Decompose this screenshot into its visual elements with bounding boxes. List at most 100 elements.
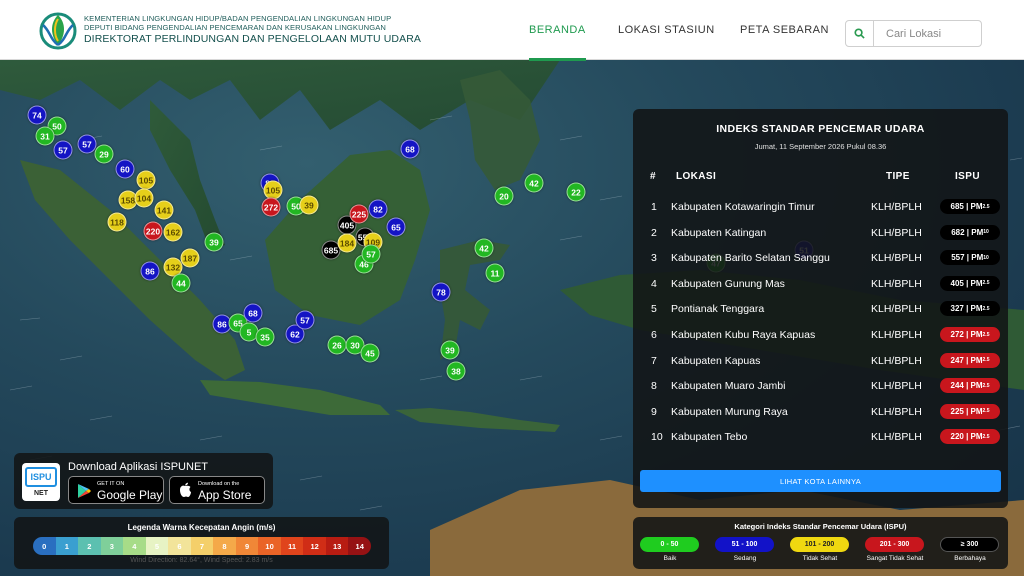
station-marker[interactable]: 44 (171, 273, 191, 293)
station-marker[interactable]: 65 (386, 217, 406, 237)
station-marker[interactable]: 68 (243, 303, 263, 323)
station-marker[interactable]: 225 (349, 204, 369, 224)
google-play-button[interactable]: GET IT ON Google Play (68, 476, 164, 504)
row-location: Kabupaten Kotawaringin Timur (671, 201, 815, 213)
station-marker[interactable]: 39 (299, 195, 319, 215)
more-cities-button[interactable]: LIHAT KOTA LAINNYA (640, 470, 1001, 492)
row-location: Kabupaten Murung Raya (671, 405, 788, 418)
download-app-box: ISPU NET Download Aplikasi ISPUNET GET I… (14, 453, 273, 509)
ranking-row[interactable]: 7 Kabupaten Kapuas KLH/BPLH 247 | PM 2.5 (633, 349, 1008, 375)
station-marker[interactable]: 105 (263, 180, 283, 200)
station-marker[interactable]: 272 (261, 197, 281, 217)
station-marker[interactable]: 86 (140, 261, 160, 281)
station-marker[interactable]: 42 (524, 173, 544, 193)
search-box (845, 20, 982, 47)
ranking-row[interactable]: 9 Kabupaten Murung Raya KLH/BPLH 225 | PM 2.… (633, 400, 1008, 426)
wind-scale-step: 2 (78, 537, 101, 555)
station-marker[interactable]: 141 (154, 200, 174, 220)
ranking-row[interactable]: 1 Kabupaten Kotawaringin Timur KLH/BPLH 685… (633, 195, 1008, 221)
nav-peta-sebaran[interactable]: PETA SEBARAN (740, 0, 829, 60)
wind-info: Wind Direction: 82.64°, Wind Speed: 2.83… (130, 557, 273, 564)
station-marker[interactable]: 39 (440, 340, 460, 360)
wind-scale-step: 5 (145, 537, 169, 555)
station-marker[interactable]: 68 (400, 139, 420, 159)
station-marker[interactable]: 26 (327, 335, 347, 355)
station-marker[interactable]: 42 (474, 238, 494, 258)
category-range-badge: 51 - 100 (715, 537, 774, 552)
pollutant-subscript: 2.5 (982, 382, 990, 389)
ispu-value-badge: 272 | PM 2.5 (940, 327, 1000, 342)
org-name-line1: KEMENTERIAN LINGKUNGAN HIDUP/BADAN PENGE… (84, 14, 392, 23)
nav-lokasi-stasiun[interactable]: LOKASI STASIUN (618, 0, 715, 60)
wind-scale-step: 12 (303, 537, 326, 555)
station-marker[interactable]: 104 (134, 188, 154, 208)
station-marker[interactable]: 39 (204, 232, 224, 252)
station-marker[interactable]: 57 (53, 140, 73, 160)
station-marker[interactable]: 74 (27, 105, 47, 125)
wind-scale-step: 9 (235, 537, 259, 555)
station-marker[interactable]: 57 (77, 134, 97, 154)
ranking-row[interactable]: 10 Kabupaten Tebo KLH/BPLH 220 | PM 2.5 (633, 425, 1008, 451)
ministry-logo-icon[interactable] (38, 9, 78, 51)
ispunet-logo-bottom: NET (34, 490, 48, 497)
ranking-row[interactable]: 5 Pontianak Tenggara KLH/BPLH 327 | PM 2.5 (633, 297, 1008, 323)
row-location: Kabupaten Gunung Mas (671, 277, 785, 290)
org-name: KEMENTERIAN LINGKUNGAN HIDUP/BADAN PENGE… (84, 14, 421, 46)
row-rank: 2 (651, 226, 657, 239)
app-store-small-text: Download on the (198, 481, 240, 487)
pollutant-subscript: 2.5 (982, 408, 990, 415)
ranking-row[interactable]: 8 Kabupaten Muaro Jambi KLH/BPLH 244 | PM 2.… (633, 374, 1008, 400)
row-location: Kabupaten Muaro Jambi (671, 380, 786, 393)
pollutant-subscript: 2.5 (982, 203, 990, 210)
app-store-button[interactable]: Download on the App Store (169, 476, 265, 504)
station-marker[interactable]: 22 (566, 182, 586, 202)
row-type: KLH/BPLH (871, 380, 922, 393)
station-marker[interactable]: 118 (107, 212, 127, 232)
station-marker[interactable]: 57 (295, 310, 315, 330)
ispunet-logo[interactable]: ISPU NET (22, 463, 60, 501)
wind-scale-step: 10 (258, 537, 281, 555)
station-marker[interactable]: 162 (163, 222, 183, 242)
ispu-value-badge: 685 | PM 2.5 (940, 199, 1000, 214)
category-label: Baik (663, 555, 677, 562)
station-marker[interactable]: 45 (360, 343, 380, 363)
station-marker[interactable]: 35 (255, 327, 275, 347)
station-marker[interactable]: 29 (94, 144, 114, 164)
ranking-row[interactable]: 2 Kabupaten Katingan KLH/BPLH 682 | PM 10 (633, 221, 1008, 247)
station-marker[interactable]: 11 (485, 263, 505, 283)
ranking-row[interactable]: 6 Kabupaten Kubu Raya Kapuas KLH/BPLH 272 |… (633, 323, 1008, 349)
ispu-value-badge: 244 | PM 2.5 (940, 378, 1000, 394)
station-marker[interactable]: 78 (431, 282, 451, 302)
pollutant-subscript: 2.5 (982, 331, 990, 338)
category-label: Tidak Sehat (802, 555, 838, 562)
station-marker[interactable]: 82 (368, 199, 388, 219)
station-marker[interactable]: 38 (446, 361, 466, 381)
ranking-row[interactable]: 4 Kabupaten Gunung Mas KLH/BPLH 405 | PM 2.5 (633, 272, 1008, 298)
pollutant-subscript: 10 (983, 229, 989, 236)
station-marker[interactable]: 184 (337, 233, 357, 253)
station-marker[interactable]: 31 (35, 126, 55, 146)
category-legend-title: Kategori Indeks Standar Pencemar Udara (… (734, 522, 907, 531)
wind-scale-step: 0 (33, 537, 56, 555)
column-header-type: TIPE (886, 171, 910, 182)
station-marker[interactable]: 105 (136, 170, 156, 190)
row-location: Kabupaten Barito Selatan Sanggu (671, 252, 830, 265)
search-button[interactable] (846, 21, 874, 46)
ispu-ranking-panel: INDEKS STANDAR PENCEMAR UDARA Jumat, 11 … (633, 109, 1008, 508)
ranking-row[interactable]: 3 Kabupaten Barito Selatan Sanggu KLH/BPLH… (633, 246, 1008, 272)
station-marker[interactable]: 57 (361, 244, 381, 264)
station-marker[interactable]: 20 (494, 186, 514, 206)
org-name-line3: DIREKTORAT PERLINDUNGAN DAN PENGELOLAAN … (84, 33, 421, 45)
row-rank: 6 (651, 329, 657, 341)
ispu-value: 327 | PM (950, 304, 983, 314)
station-marker[interactable]: 220 (143, 221, 163, 241)
nav-beranda[interactable]: BERANDA (529, 0, 586, 61)
wind-scale-step: 4 (123, 537, 146, 555)
search-icon (854, 28, 865, 39)
row-rank: 8 (651, 380, 657, 393)
search-input[interactable] (874, 21, 980, 46)
station-marker[interactable]: 60 (115, 159, 135, 179)
row-rank: 7 (651, 354, 657, 367)
station-marker[interactable]: 187 (180, 248, 200, 268)
wind-speed-legend: Legenda Warna Kecepatan Angin (m/s) 0123… (14, 517, 389, 569)
